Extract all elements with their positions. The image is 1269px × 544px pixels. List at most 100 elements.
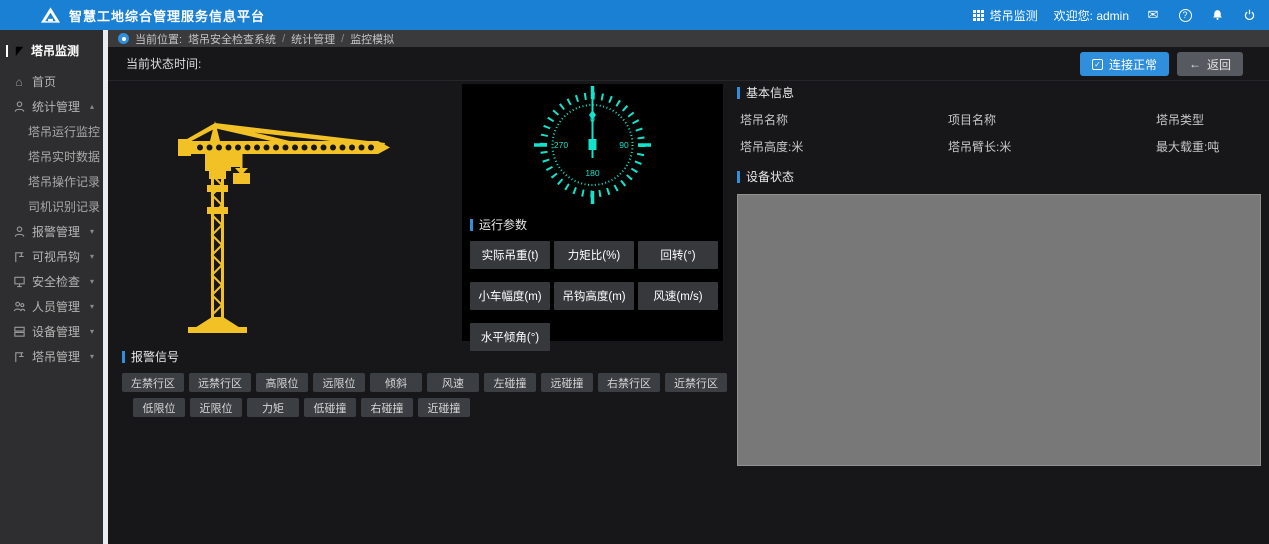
rotation-compass-gauge: 0 90 180 270 bbox=[462, 84, 723, 205]
alarm-chip-far-collision: 远碰撞 bbox=[541, 373, 593, 392]
module-label: 塔吊监测 bbox=[990, 7, 1038, 24]
field-crane-name: 塔吊名称 bbox=[740, 111, 948, 128]
alarm-signals-section: 报警信号 左禁行区 远禁行区 高限位 远限位 倾斜 风速 左碰撞 远碰撞 右禁行… bbox=[122, 348, 862, 417]
check-icon: ✓ bbox=[1092, 59, 1103, 70]
main-content: 当前状态时间: ✓ 连接正常 ← 返回 bbox=[108, 47, 1269, 544]
mail-icon[interactable]: ✉ bbox=[1145, 7, 1161, 23]
field-max-load: 最大载重:吨 bbox=[1156, 138, 1269, 155]
sidebar-item-label: 统计管理 bbox=[32, 98, 80, 115]
sidebar-item-label: 设备管理 bbox=[32, 323, 80, 340]
param-tile-actual-load: 实际吊重(t) bbox=[470, 241, 550, 269]
accent-bar bbox=[737, 87, 740, 99]
sidebar-item-alarm-management[interactable]: 报警管理 ▾ bbox=[0, 219, 103, 244]
breadcrumb-item-monitor-sim[interactable]: 监控模拟 bbox=[350, 31, 394, 47]
alarm-chip-right-nogo: 右禁行区 bbox=[598, 373, 660, 392]
connect-status-button[interactable]: ✓ 连接正常 bbox=[1080, 52, 1169, 76]
chevron-down-icon: ▾ bbox=[90, 277, 94, 286]
params-section-title: 运行参数 bbox=[470, 216, 723, 233]
chevron-down-icon: ▾ bbox=[90, 252, 94, 261]
accent-bar bbox=[470, 219, 473, 231]
sidebar-item-crane-management[interactable]: 塔吊管理 ▾ bbox=[0, 344, 103, 369]
welcome-text: 欢迎您: admin bbox=[1054, 7, 1129, 24]
sidebar-item-label: 首页 bbox=[32, 73, 56, 90]
sidebar-header: 塔吊监测 bbox=[0, 30, 103, 69]
crane-icon bbox=[12, 350, 26, 364]
sidebar-item-label: 人员管理 bbox=[32, 298, 80, 315]
welcome-label: 欢迎您: bbox=[1054, 9, 1093, 23]
module-switcher[interactable]: 塔吊监测 bbox=[973, 7, 1038, 24]
gauge-label-west: 270 bbox=[554, 140, 568, 150]
param-tile-trolley-range: 小车幅度(m) bbox=[470, 282, 550, 310]
breadcrumb-item-system[interactable]: 塔吊安全检查系统 bbox=[188, 31, 276, 47]
sidebar-item-driver-id-records[interactable]: 司机识别记录 bbox=[0, 194, 103, 219]
chevron-down-icon: ▾ bbox=[90, 352, 94, 361]
device-status-panel bbox=[737, 194, 1261, 466]
device-status-title-label: 设备状态 bbox=[746, 168, 794, 185]
back-arrow-icon: ← bbox=[1189, 57, 1201, 71]
connect-status-label: 连接正常 bbox=[1109, 56, 1157, 73]
alarm-chip-moment: 力矩 bbox=[247, 398, 299, 417]
alarm-title-label: 报警信号 bbox=[131, 348, 179, 365]
alarm-chip-right-collision: 右碰撞 bbox=[361, 398, 413, 417]
breadcrumb-item-statistics[interactable]: 统计管理 bbox=[291, 31, 335, 47]
sidebar-item-crane-run-monitor[interactable]: 塔吊运行监控 bbox=[0, 119, 103, 144]
gauge-label-east: 90 bbox=[619, 140, 629, 150]
sidebar-item-equipment-management[interactable]: 设备管理 ▾ bbox=[0, 319, 103, 344]
field-project-name: 项目名称 bbox=[948, 111, 1156, 128]
people-icon bbox=[12, 300, 26, 314]
sidebar-item-label: 司机识别记录 bbox=[28, 198, 100, 215]
sidebar-item-statistics[interactable]: 统计管理 ▴ bbox=[0, 94, 103, 119]
power-icon[interactable] bbox=[1241, 7, 1257, 23]
back-button[interactable]: ← 返回 bbox=[1177, 52, 1243, 76]
gauge-panel: 0 90 180 270 运行参数 实际吊重(t) 力矩比(%) 回转(°) bbox=[462, 84, 723, 341]
sidebar-item-personnel-management[interactable]: 人员管理 ▾ bbox=[0, 294, 103, 319]
breadcrumb-separator: / bbox=[341, 33, 344, 45]
alarm-chip-low-limit: 低限位 bbox=[133, 398, 185, 417]
params-title-label: 运行参数 bbox=[479, 216, 527, 233]
param-tile-rotation: 回转(°) bbox=[638, 241, 718, 269]
alarm-row-2: 低限位 近限位 力矩 低碰撞 右碰撞 近碰撞 bbox=[133, 398, 862, 417]
params-grid: 实际吊重(t) 力矩比(%) 回转(°) 小车幅度(m) 吊钩高度(m) 风速(… bbox=[470, 241, 723, 351]
accent-bar bbox=[6, 45, 8, 57]
sidebar-item-label: 塔吊运行监控 bbox=[28, 123, 100, 140]
header-right: 塔吊监测 欢迎您: admin ✉ ? bbox=[973, 0, 1257, 30]
help-icon[interactable]: ? bbox=[1177, 7, 1193, 23]
chevron-up-icon: ▴ bbox=[90, 102, 94, 111]
sidebar-item-home[interactable]: ⌂ 首页 bbox=[0, 69, 103, 94]
alarm-chip-tilt: 倾斜 bbox=[370, 373, 422, 392]
logo-icon bbox=[40, 6, 61, 24]
username: admin bbox=[1096, 9, 1129, 23]
back-label: 返回 bbox=[1207, 56, 1231, 73]
bell-icon[interactable] bbox=[1209, 7, 1225, 23]
device-status-section-title: 设备状态 bbox=[737, 168, 1269, 185]
server-icon bbox=[12, 325, 26, 339]
crane-icon bbox=[12, 250, 26, 264]
sidebar-nav: ⌂ 首页 统计管理 ▴ 塔吊运行监控 塔吊实时数据 塔吊操作记录 司机识别记录 bbox=[0, 69, 103, 369]
alarm-chip-near-nogo: 近禁行区 bbox=[665, 373, 727, 392]
sidebar-item-label: 塔吊管理 bbox=[32, 348, 80, 365]
param-tile-moment-ratio: 力矩比(%) bbox=[554, 241, 634, 269]
accent-bar bbox=[737, 171, 740, 183]
sidebar-item-visual-hook[interactable]: 可视吊钩 ▾ bbox=[0, 244, 103, 269]
alarm-chip-wind: 风速 bbox=[427, 373, 479, 392]
alarm-chip-left-collision: 左碰撞 bbox=[484, 373, 536, 392]
sidebar: 塔吊监测 ⌂ 首页 统计管理 ▴ 塔吊运行监控 塔吊实时数据 塔吊操作记录 司机 bbox=[0, 30, 103, 544]
sidebar-item-label: 塔吊实时数据 bbox=[28, 148, 100, 165]
sidebar-item-crane-operation-records[interactable]: 塔吊操作记录 bbox=[0, 169, 103, 194]
breadcrumb-separator: / bbox=[282, 33, 285, 45]
monitor-icon bbox=[12, 275, 26, 289]
sidebar-item-safety-inspection[interactable]: 安全检查 ▾ bbox=[0, 269, 103, 294]
field-crane-type: 塔吊类型 bbox=[1156, 111, 1269, 128]
alarm-chip-high-limit: 高限位 bbox=[256, 373, 308, 392]
breadcrumb: 当前位置: 塔吊安全检查系统 / 统计管理 / 监控模拟 bbox=[108, 30, 1269, 47]
sidebar-item-crane-realtime-data[interactable]: 塔吊实时数据 bbox=[0, 144, 103, 169]
sidebar-header-label: 塔吊监测 bbox=[31, 42, 79, 59]
sidebar-item-label: 可视吊钩 bbox=[32, 248, 80, 265]
app-window: 智慧工地综合管理服务信息平台 塔吊监测 欢迎您: admin ✉ ? 塔 bbox=[0, 0, 1269, 544]
alarm-chip-low-collision: 低碰撞 bbox=[304, 398, 356, 417]
grid-icon bbox=[973, 10, 984, 21]
alarm-chip-left-nogo: 左禁行区 bbox=[122, 373, 184, 392]
top-header: 智慧工地综合管理服务信息平台 塔吊监测 欢迎您: admin ✉ ? bbox=[0, 0, 1269, 30]
alarm-chip-near-collision: 近碰撞 bbox=[418, 398, 470, 417]
alarm-chip-near-limit: 近限位 bbox=[190, 398, 242, 417]
